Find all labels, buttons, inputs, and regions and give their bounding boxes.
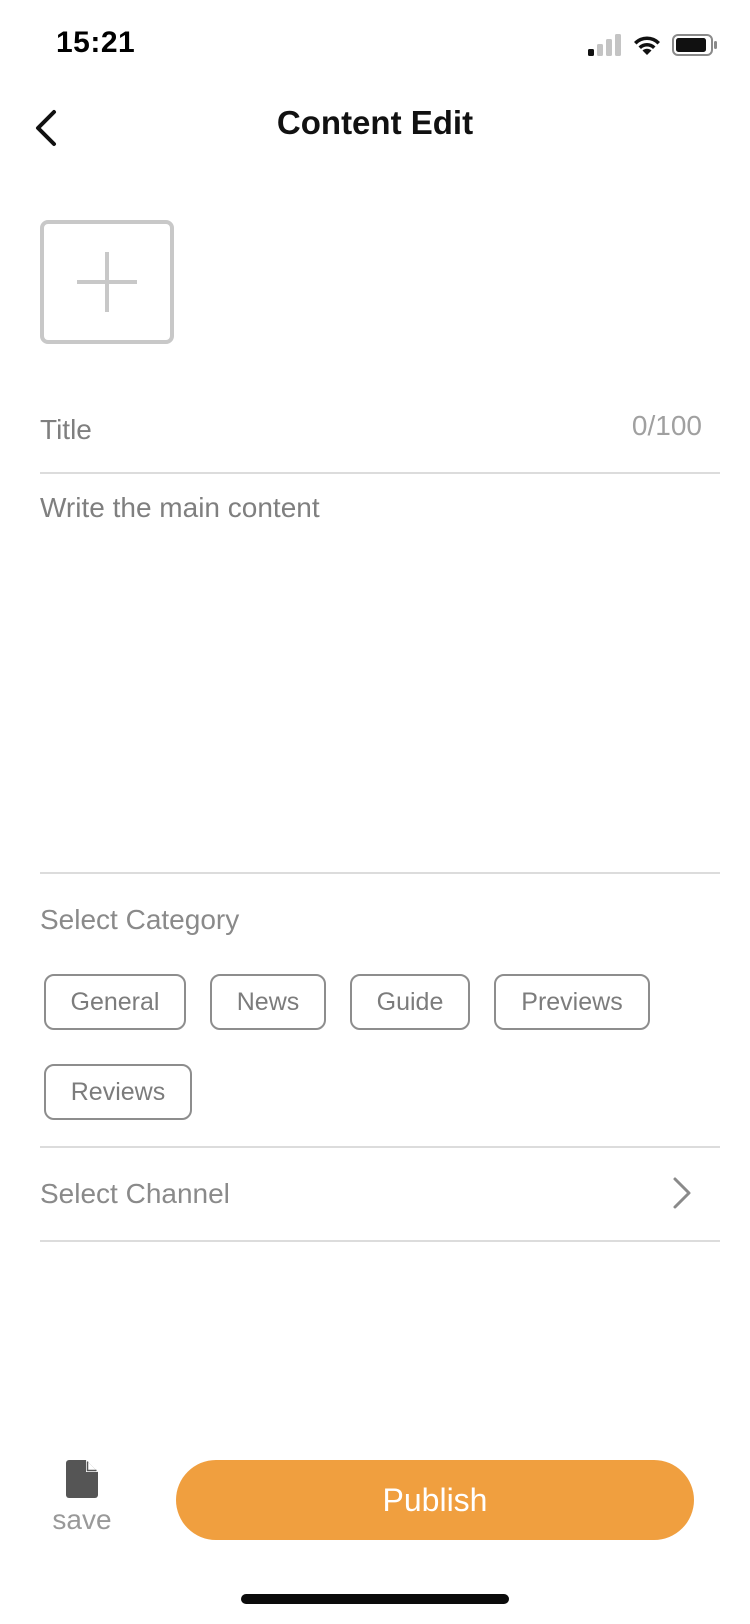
- content-divider: [40, 872, 720, 874]
- status-icons: [588, 30, 718, 60]
- category-tag-reviews[interactable]: Reviews: [44, 1064, 192, 1120]
- plus-icon: [77, 252, 137, 312]
- content-edit-screen: 15:21 Content Edit Title 0/100 Write the…: [0, 0, 750, 1624]
- add-image-button[interactable]: [40, 220, 174, 344]
- title-row: 0/100: [40, 400, 720, 474]
- signal-icon: [588, 34, 621, 56]
- home-indicator: [241, 1594, 509, 1604]
- channel-label: Select Channel: [40, 1178, 230, 1209]
- select-channel-row[interactable]: Select Channel: [40, 1148, 720, 1242]
- category-tag-guide[interactable]: Guide: [350, 974, 470, 1030]
- battery-icon: [672, 34, 717, 56]
- status-time: 15:21: [56, 26, 136, 59]
- document-icon: [66, 1460, 98, 1498]
- save-label: save: [52, 1504, 112, 1535]
- chevron-right-icon: [673, 1177, 691, 1209]
- category-tag-general[interactable]: General: [44, 974, 186, 1030]
- category-label: Select Category: [40, 904, 240, 935]
- content-textarea[interactable]: [40, 490, 720, 870]
- title-input[interactable]: [40, 408, 580, 452]
- publish-button[interactable]: Publish: [176, 1460, 694, 1540]
- category-tag-previews[interactable]: Previews: [494, 974, 650, 1030]
- category-tag-news[interactable]: News: [210, 974, 326, 1030]
- wifi-icon: [634, 36, 660, 55]
- save-draft-button[interactable]: save: [44, 1460, 120, 1552]
- title-char-counter: 0/100: [631, 410, 702, 441]
- page-title: Content Edit: [276, 104, 474, 141]
